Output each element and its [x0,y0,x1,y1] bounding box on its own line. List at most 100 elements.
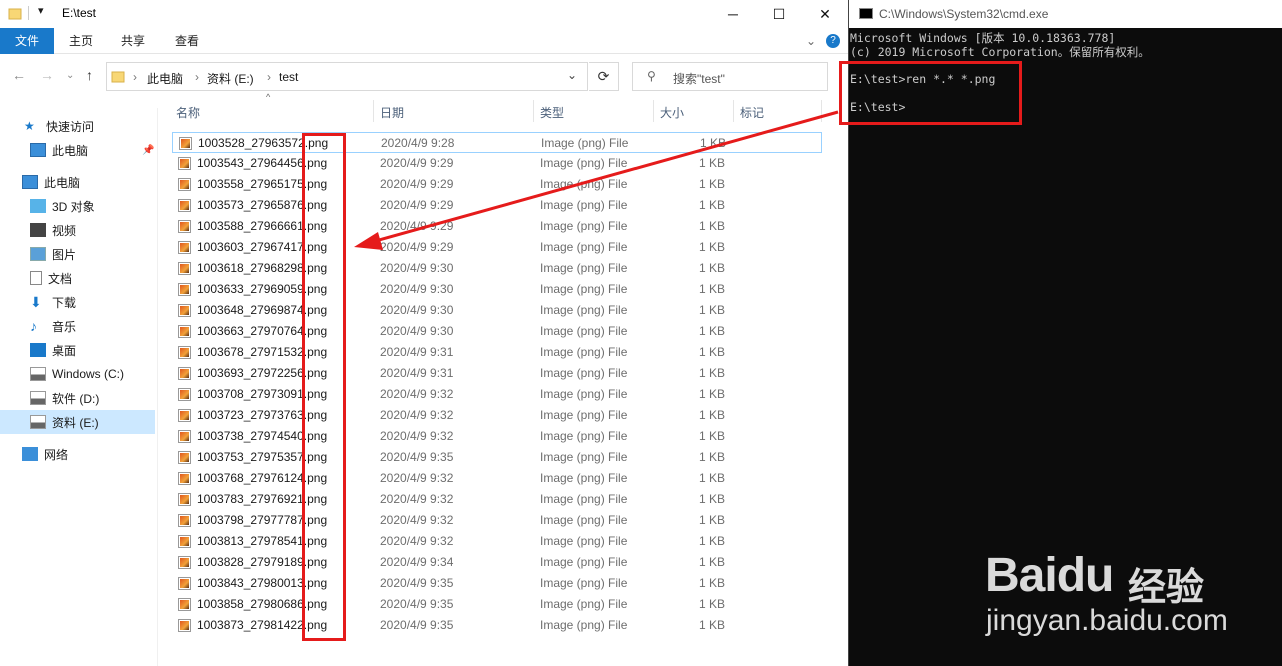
folder-icon [8,6,22,23]
file-row[interactable]: 1003828_27979189.png 2020/4/9 9:34 Image (… [172,552,822,573]
nav-3d-objects[interactable]: 3D 对象 [0,194,155,218]
file-row[interactable]: 1003858_27980686.png 2020/4/9 9:35 Image (… [172,594,822,615]
file-type: Image (png) File [540,387,628,401]
nav-label: 此电脑 [52,143,89,158]
file-row[interactable]: 1003588_27966661.png 2020/4/9 9:29 Image (… [172,216,822,237]
column-header-name[interactable]: 名称 [170,100,370,126]
column-divider[interactable] [821,100,822,122]
file-size: 1 KB [700,136,727,150]
file-date: 2020/4/9 9:29 [380,198,454,212]
nav-drive-e[interactable]: 资料 (E:) [0,410,155,434]
file-size: 1 KB [699,177,726,191]
file-type: Image (png) File [540,198,628,212]
nav-quick-access[interactable]: ★ 快速访问 [0,114,155,138]
tab-file[interactable]: 文件 [0,28,54,54]
search-input[interactable]: ⚲ 搜索"test" [632,62,828,91]
file-row[interactable]: 1003753_27975357.png 2020/4/9 9:35 Image (… [172,447,822,468]
breadcrumb-drive-e[interactable]: 资料 (E:) [207,70,254,87]
file-date: 2020/4/9 9:34 [380,555,454,569]
help-icon[interactable]: ? [826,34,840,48]
column-header-size[interactable]: 大小 [654,100,732,126]
file-row[interactable]: 1003783_27976921.png 2020/4/9 9:32 Image (… [172,489,822,510]
png-file-icon [178,514,191,527]
nav-desktop[interactable]: 桌面 [0,338,155,362]
file-row[interactable]: 1003663_27970764.png 2020/4/9 9:30 Image (… [172,321,822,342]
film-icon [30,223,46,237]
file-row[interactable]: 1003678_27971532.png 2020/4/9 9:31 Image (… [172,342,822,363]
file-row[interactable]: 1003528_27963572.png 2020/4/9 9:28 Image (… [172,132,822,153]
file-date: 2020/4/9 9:35 [380,618,454,632]
nav-documents[interactable]: 文档 [0,266,155,290]
address-dropdown-icon[interactable]: ⌄ [567,68,577,82]
close-button[interactable]: ✕ [802,0,848,28]
customize-toolbar-dropdown-icon[interactable]: ▾ [38,4,44,17]
file-row[interactable]: 1003708_27973091.png 2020/4/9 9:32 Image (… [172,384,822,405]
breadcrumb-this-pc[interactable]: 此电脑 [147,70,183,87]
file-row[interactable]: 1003873_27981422.png 2020/4/9 9:35 Image (… [172,615,822,636]
recent-locations-chevron-icon[interactable]: ⌄ [66,70,74,81]
minimize-button[interactable]: ─ [710,0,756,28]
file-type: Image (png) File [540,282,628,296]
refresh-button[interactable]: ⟳ [589,62,619,91]
file-date: 2020/4/9 9:35 [380,450,454,464]
file-date: 2020/4/9 9:30 [380,282,454,296]
png-file-icon [179,137,192,150]
file-size: 1 KB [699,576,726,590]
file-row[interactable]: 1003843_27980013.png 2020/4/9 9:35 Image (… [172,573,822,594]
nav-videos[interactable]: 视频 [0,218,155,242]
file-date: 2020/4/9 9:35 [380,597,454,611]
nav-label: 3D 对象 [52,199,95,214]
folder-icon [111,69,125,86]
tab-share[interactable]: 共享 [110,28,156,54]
file-size: 1 KB [699,534,726,548]
nav-pictures[interactable]: 图片 [0,242,155,266]
file-size: 1 KB [699,219,726,233]
file-row[interactable]: 1003573_27965876.png 2020/4/9 9:29 Image (… [172,195,822,216]
breadcrumb-test[interactable]: test [279,70,298,84]
maximize-button[interactable]: ☐ [756,0,802,28]
nav-downloads[interactable]: ⬇ 下载 [0,290,155,314]
file-row[interactable]: 1003618_27968298.png 2020/4/9 9:30 Image (… [172,258,822,279]
png-file-icon [178,409,191,422]
file-row[interactable]: 1003768_27976124.png 2020/4/9 9:32 Image (… [172,468,822,489]
nav-music[interactable]: ♪ 音乐 [0,314,155,338]
file-size: 1 KB [699,303,726,317]
file-date: 2020/4/9 9:32 [380,387,454,401]
nav-network[interactable]: 网络 [0,442,155,466]
file-row[interactable]: 1003633_27969059.png 2020/4/9 9:30 Image (… [172,279,822,300]
column-header-date[interactable]: 日期 [374,100,534,126]
file-row[interactable]: 1003558_27965175.png 2020/4/9 9:29 Image (… [172,174,822,195]
file-size: 1 KB [699,471,726,485]
column-header-type[interactable]: 类型 [534,100,652,126]
file-row[interactable]: 1003543_27964456.png 2020/4/9 9:29 Image (… [172,153,822,174]
file-row[interactable]: 1003813_27978541.png 2020/4/9 9:32 Image (… [172,531,822,552]
file-type: Image (png) File [540,429,628,443]
file-row[interactable]: 1003603_27967417.png 2020/4/9 9:29 Image (… [172,237,822,258]
png-file-icon [178,367,191,380]
file-type: Image (png) File [540,324,628,338]
up-arrow-icon[interactable]: ↑ [86,67,93,83]
file-row[interactable]: 1003738_27974540.png 2020/4/9 9:32 Image (… [172,426,822,447]
file-size: 1 KB [699,555,726,569]
png-file-icon [178,430,191,443]
tab-home[interactable]: 主页 [58,28,104,54]
file-row[interactable]: 1003693_27972256.png 2020/4/9 9:31 Image (… [172,363,822,384]
breadcrumb-separator-icon: › [267,70,271,84]
nav-this-pc[interactable]: 此电脑 [0,170,155,194]
file-date: 2020/4/9 9:32 [380,471,454,485]
window-title: E:\test [62,6,97,20]
tab-view[interactable]: 查看 [164,28,210,54]
file-row[interactable]: 1003798_27977787.png 2020/4/9 9:32 Image (… [172,510,822,531]
file-type: Image (png) File [540,555,628,569]
nav-quick-this-pc[interactable]: 此电脑 📌 [0,138,155,162]
drive-icon [30,415,46,429]
back-arrow-icon[interactable]: ← [12,67,26,83]
nav-drive-c[interactable]: Windows (C:) [0,362,155,386]
address-bar[interactable]: › 此电脑 › 资料 (E:) › test ⌄ [106,62,588,91]
expand-ribbon-icon[interactable]: ⌄ [806,34,816,48]
file-row[interactable]: 1003648_27969874.png 2020/4/9 9:30 Image (… [172,300,822,321]
column-header-tags[interactable]: 标记 [734,100,822,126]
forward-arrow-icon[interactable]: → [40,67,54,83]
file-row[interactable]: 1003723_27973763.png 2020/4/9 9:32 Image (… [172,405,822,426]
nav-drive-d[interactable]: 软件 (D:) [0,386,155,410]
